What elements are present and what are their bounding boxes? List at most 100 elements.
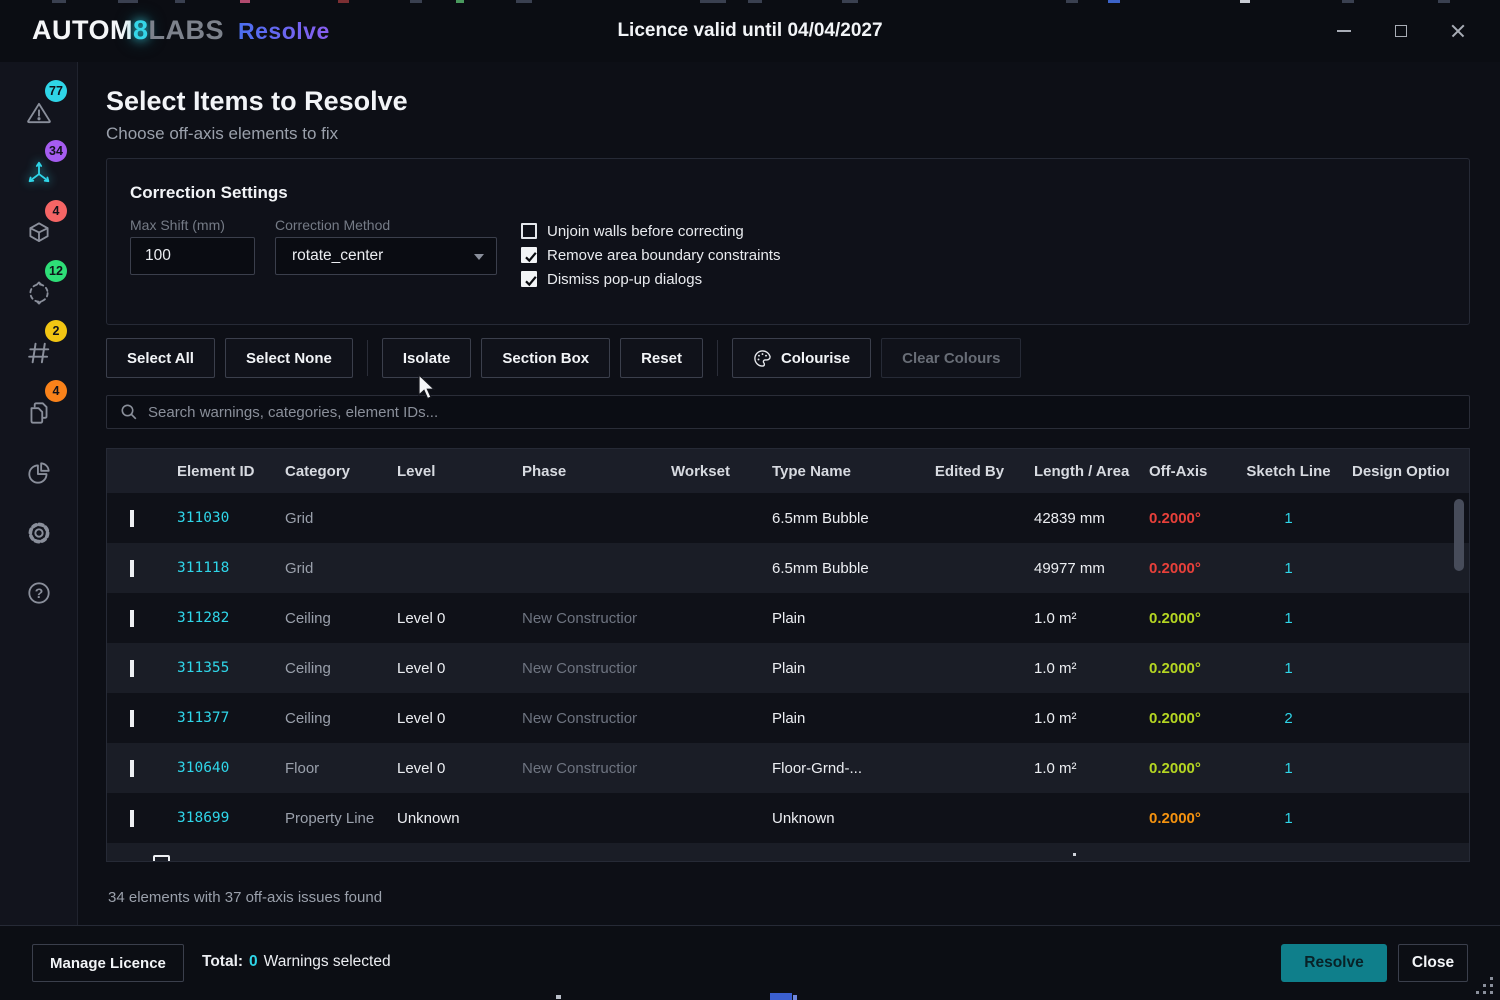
total-value: 0 [249,953,258,970]
length-area-cell: 1.0 m² [1026,610,1141,627]
cube-icon [25,219,53,247]
level-cell: Level 0 [389,710,514,727]
correction-method-dropdown[interactable]: rotate_center [275,237,497,275]
header-phase[interactable]: Phase [514,463,637,480]
search-input[interactable]: Search warnings, categories, element IDs… [106,395,1470,429]
element-id-link[interactable]: 311030 [169,510,277,526]
table-row-partial[interactable] [107,843,1469,862]
checkbox-remove-area-constraints[interactable]: Remove area boundary constraints [521,245,780,265]
selection-toolbar: Select All Select None Isolate Section B… [106,338,1031,378]
table-row[interactable]: 318699 Property Line Unknown Unknown 0.2… [107,793,1469,843]
minimize-button[interactable] [1320,10,1368,52]
copy-pages-icon [25,399,53,427]
screen-noise [0,0,1500,4]
sidebar-item-reports[interactable] [19,453,59,493]
category-cell: Ceiling [277,660,389,677]
sidebar-item-warnings[interactable]: 77 [19,93,59,133]
titlebar: AUTOM8LABSResolve Licence valid until 04… [0,0,1500,62]
clipped-text-fragment [1073,853,1076,856]
max-shift-input[interactable]: 100 [130,237,255,275]
element-id-link[interactable]: 310640 [169,760,277,776]
element-id-link[interactable]: 311282 [169,610,277,626]
section-box-button[interactable]: Section Box [481,338,610,378]
svg-text:?: ? [35,585,44,601]
checkbox-icon [521,271,537,287]
sketch-line-cell: 1 [1233,810,1344,827]
page-title: Select Items to Resolve [106,86,408,117]
level-cell: Level 0 [389,610,514,627]
colourise-button[interactable]: Colourise [732,338,871,378]
table-row[interactable]: 311118 Grid 6.5mm Bubble 49977 mm 0.2000… [107,543,1469,593]
select-all-button[interactable]: Select All [106,338,215,378]
manage-licence-button[interactable]: Manage Licence [32,944,184,982]
badge-duplicates: 4 [45,380,67,402]
correction-settings-title: Correction Settings [130,183,288,203]
row-checkbox[interactable] [130,760,134,777]
element-id-link[interactable]: 311377 [169,710,277,726]
sidebar-item-numbering[interactable]: 2 [19,333,59,373]
resolve-button[interactable]: Resolve [1281,944,1387,982]
header-design-option[interactable]: Design Options [1344,463,1449,480]
table-row[interactable]: 311030 Grid 6.5mm Bubble 42839 mm 0.2000… [107,493,1469,543]
category-cell: Ceiling [277,610,389,627]
off-axis-cell: 0.2000° [1141,710,1233,727]
type-name-cell: Floor-Grnd-... [764,760,913,777]
checkbox-unjoin-walls[interactable]: Unjoin walls before correcting [521,221,744,241]
element-id-link[interactable]: 318699 [169,810,277,826]
header-length-area[interactable]: Length / Area [1026,463,1141,480]
correction-method-label: Correction Method [275,217,390,233]
table-row[interactable]: 311355 Ceiling Level 0 New Construction … [107,643,1469,693]
category-cell: Grid [277,560,389,577]
search-icon [120,403,138,421]
toolbar-divider [367,340,368,376]
checkbox-dismiss-popups[interactable]: Dismiss pop-up dialogs [521,269,702,289]
row-checkbox[interactable] [130,810,134,827]
element-id-link[interactable]: 311118 [169,560,277,576]
header-category[interactable]: Category [277,463,389,480]
close-window-button[interactable] [1434,10,1482,52]
table-row[interactable]: 311282 Ceiling Level 0 New Construction … [107,593,1469,643]
element-id-link[interactable]: 311355 [169,660,277,676]
category-cell: Property Line [277,810,389,827]
table-row[interactable]: 311377 Ceiling Level 0 New Construction … [107,693,1469,743]
level-cell: Level 0 [389,660,514,677]
sidebar-item-settings[interactable] [19,513,59,553]
header-type-name[interactable]: Type Name [764,463,913,480]
sidebar-item-move[interactable]: 12 [19,273,59,313]
header-element-id[interactable]: Element ID [169,463,277,480]
sketch-line-cell: 1 [1233,560,1344,577]
header-level[interactable]: Level [389,463,514,480]
reset-button[interactable]: Reset [620,338,703,378]
row-checkbox[interactable] [153,855,170,862]
select-none-button[interactable]: Select None [225,338,353,378]
maximize-icon [1395,25,1407,37]
max-shift-value: 100 [145,247,171,265]
row-checkbox[interactable] [130,660,134,677]
mouse-cursor [417,374,437,402]
isolate-button[interactable]: Isolate [382,338,472,378]
sidebar-item-duplicates[interactable]: 4 [19,393,59,433]
table-scrollbar-thumb[interactable] [1454,499,1464,571]
length-area-cell: 42839 mm [1026,510,1141,527]
sidebar-item-off-axis[interactable]: 34 [19,153,59,193]
sidebar-item-model[interactable]: 4 [19,213,59,253]
off-axis-cell: 0.2000° [1141,510,1233,527]
badge-model: 4 [45,200,67,222]
row-select-cell [107,760,169,777]
close-button[interactable]: Close [1398,944,1468,982]
screen-noise-bottom [0,992,1500,1000]
header-sketch-line[interactable]: Sketch Line [1233,463,1344,480]
sidebar-item-help[interactable]: ? [19,573,59,613]
row-checkbox[interactable] [130,710,134,727]
table-row[interactable]: 310640 Floor Level 0 New Construction Fl… [107,743,1469,793]
header-edited-by[interactable]: Edited By [913,463,1026,480]
row-checkbox[interactable] [130,610,134,627]
correction-method-value: rotate_center [292,247,383,265]
header-off-axis[interactable]: Off-Axis [1141,463,1233,480]
colourise-label: Colourise [781,350,850,367]
header-workset[interactable]: Workset [637,463,764,480]
row-checkbox[interactable] [130,560,134,577]
row-checkbox[interactable] [130,510,134,527]
footer-bar: Manage Licence Total:0Warnings selected … [0,925,1500,1000]
maximize-button[interactable] [1377,10,1425,52]
